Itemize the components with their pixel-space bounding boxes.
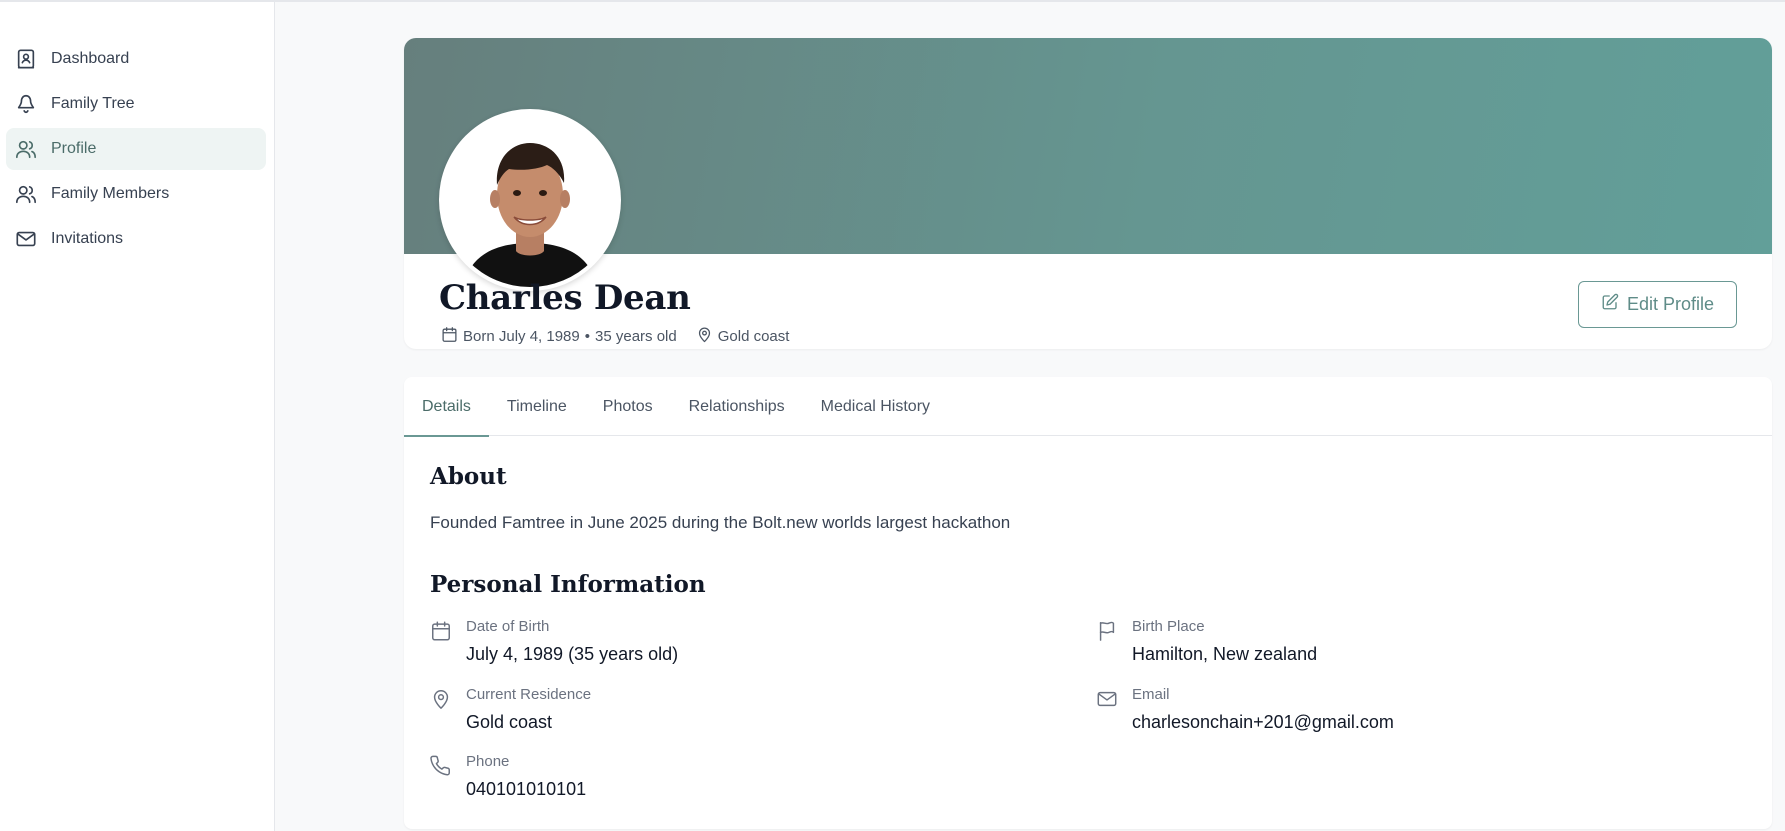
profile-meta: Born July 4, 1989 • 35 years old Gold co… [441, 326, 789, 347]
mail-icon [1096, 688, 1118, 710]
sidebar-item-invitations[interactable]: Invitations [6, 218, 266, 260]
avatar[interactable] [439, 109, 621, 291]
info-label: Date of Birth [466, 618, 550, 635]
info-value: July 4, 1989 (35 years old) [466, 644, 679, 664]
sidebar-item-family-tree[interactable]: Family Tree [6, 83, 266, 125]
info-email: Email charlesonchain+201@gmail.com [1096, 685, 1394, 733]
location-text: Gold coast [717, 328, 790, 345]
mail-icon [15, 228, 37, 250]
info-label: Email [1132, 686, 1170, 703]
avatar-photo [443, 113, 617, 287]
age: 35 years old [595, 328, 677, 345]
meta-separator: • [584, 328, 591, 345]
edit-profile-button[interactable]: Edit Profile [1578, 281, 1737, 328]
map-pin-icon [430, 688, 452, 710]
born-date: Born July 4, 1989 [463, 328, 580, 345]
tab-medical-history[interactable]: Medical History [803, 377, 948, 436]
calendar-icon [441, 326, 463, 347]
tab-photos[interactable]: Photos [585, 377, 671, 436]
info-label: Birth Place [1132, 618, 1205, 635]
info-label: Phone [466, 753, 510, 770]
profile-name: Charles Dean [439, 278, 691, 318]
sidebar-item-profile[interactable]: Profile [6, 128, 266, 170]
edit-icon [1601, 293, 1627, 316]
sidebar-item-label: Invitations [51, 230, 124, 247]
info-date-of-birth: Date of Birth July 4, 1989 (35 years old… [430, 617, 678, 665]
email-link[interactable]: charlesonchain+201@gmail.com [1132, 711, 1394, 733]
about-text: Founded Famtree in June 2025 during the … [430, 513, 1011, 532]
profile-header-card: Charles Dean Born July 4, 1989 • 35 year… [404, 38, 1772, 349]
tree-icon [15, 93, 37, 115]
sidebar-item-label: Profile [51, 140, 97, 157]
info-birth-place: Birth Place Hamilton, New zealand [1096, 617, 1317, 665]
sidebar-item-dashboard[interactable]: Dashboard [6, 38, 266, 80]
contact-book-icon [15, 48, 37, 70]
phone-icon [430, 755, 452, 777]
tab-timeline[interactable]: Timeline [489, 377, 585, 436]
profile-tabs: Details Timeline Photos Relationships Me… [404, 377, 1772, 437]
flag-icon [1096, 620, 1118, 642]
map-pin-icon [696, 326, 718, 347]
sidebar: Dashboard Family Tree Profile Family Mem… [0, 2, 275, 831]
tab-details[interactable]: Details [404, 377, 489, 437]
info-value: Gold coast [466, 712, 553, 732]
sidebar-item-label: Family Tree [51, 95, 135, 112]
info-phone: Phone 040101010101 [430, 752, 586, 800]
phone-link[interactable]: 040101010101 [466, 778, 586, 800]
details-card: Details Timeline Photos Relationships Me… [404, 377, 1772, 829]
users-icon [15, 138, 37, 160]
personal-info-title: Personal Information [430, 571, 706, 598]
edit-profile-label: Edit Profile [1626, 294, 1715, 314]
info-current-residence: Current Residence Gold coast [430, 685, 591, 733]
sidebar-item-label: Family Members [51, 185, 170, 202]
profile-location: Gold coast [696, 326, 790, 347]
users-icon [15, 183, 37, 205]
sidebar-item-family-members[interactable]: Family Members [6, 173, 266, 215]
info-label: Current Residence [466, 686, 592, 703]
info-value: Hamilton, New zealand [1132, 644, 1318, 664]
calendar-icon [430, 620, 452, 642]
sidebar-item-label: Dashboard [51, 50, 130, 67]
tab-relationships[interactable]: Relationships [671, 377, 803, 436]
about-title: About [430, 463, 507, 490]
